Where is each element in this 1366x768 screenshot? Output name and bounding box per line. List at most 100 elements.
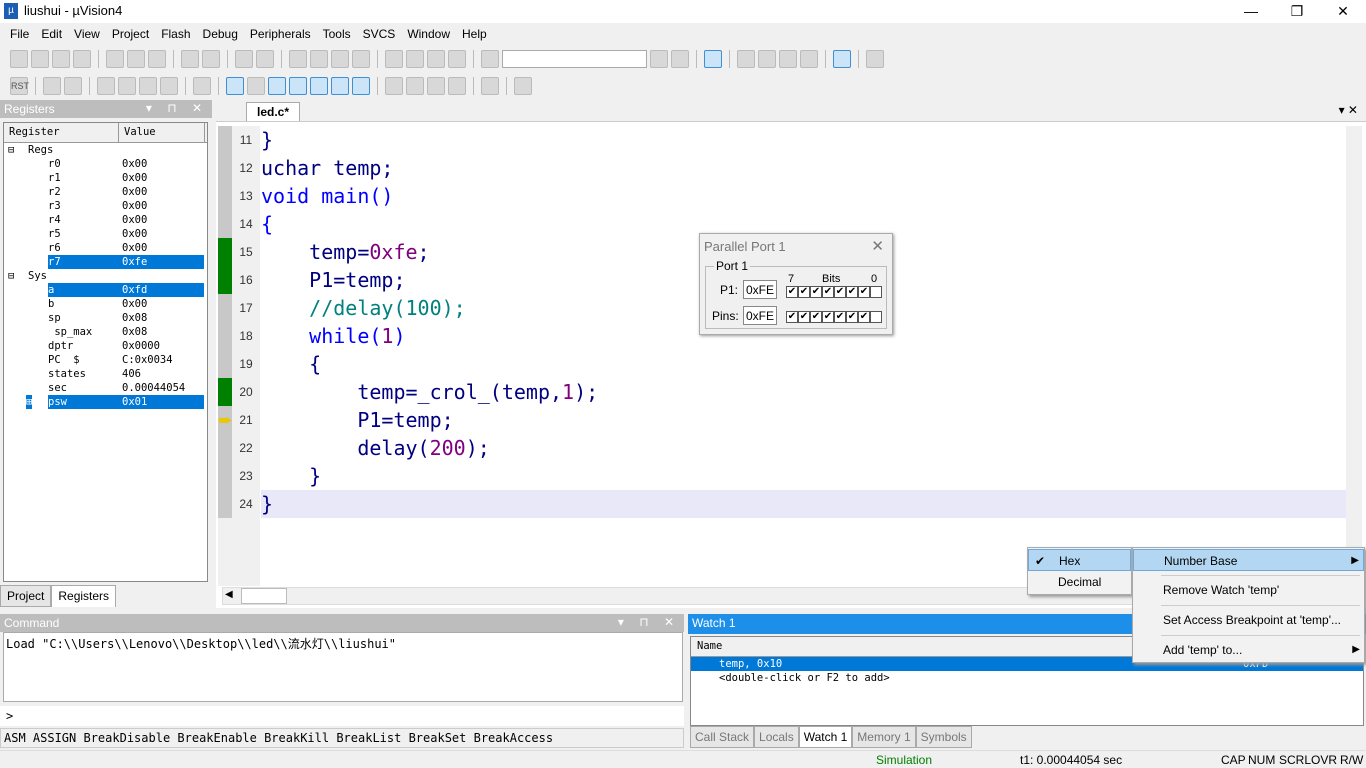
copy-icon[interactable] — [127, 50, 145, 68]
register-row[interactable]: states 406 — [4, 367, 207, 381]
menu-item-remove-watch[interactable]: Remove Watch 'temp' — [1133, 579, 1364, 601]
enable-breakpoint-icon[interactable] — [758, 50, 776, 68]
register-row[interactable]: dptr 0x0000 — [4, 339, 207, 353]
minimize-button[interactable]: — — [1228, 0, 1274, 22]
code-line[interactable]: uchar temp; — [261, 154, 1346, 182]
bit-checkbox[interactable]: ✔ — [786, 286, 798, 298]
menu-help[interactable]: Help — [456, 24, 493, 44]
registers-tree[interactable]: Register Value ⊟ Regs r0 0x00 r1 0x00 r2 0x00 r3 0… — [3, 122, 208, 582]
disable-all-breakpoints-icon[interactable] — [779, 50, 797, 68]
paste-icon[interactable] — [148, 50, 166, 68]
indent-icon[interactable] — [385, 50, 403, 68]
bit-checkbox[interactable]: ✔ — [834, 311, 846, 323]
register-row[interactable]: r1 0x00 — [4, 171, 207, 185]
menu-flash[interactable]: Flash — [155, 24, 196, 44]
step-out-icon[interactable] — [139, 77, 157, 95]
bit-checkbox[interactable]: ✔ — [846, 286, 858, 298]
bit-checkbox[interactable]: ✔ — [846, 311, 858, 323]
bit-checkbox[interactable]: ✔ — [810, 286, 822, 298]
panel-controls[interactable]: ▾ ⊓ ✕ — [146, 101, 208, 115]
code-line[interactable]: } — [261, 462, 1346, 490]
system-viewer-icon[interactable] — [448, 77, 466, 95]
watch-add-row[interactable]: <double-click or F2 to add> — [691, 671, 1363, 685]
code-line[interactable]: } — [261, 126, 1346, 154]
tab-registers[interactable]: Registers — [51, 585, 117, 607]
tab-symbols[interactable]: Symbols — [915, 726, 972, 748]
bit-checkbox[interactable]: ✔ — [798, 311, 810, 323]
next-bookmark-icon[interactable] — [331, 50, 349, 68]
bookmark-icon[interactable] — [289, 50, 307, 68]
show-next-statement-icon[interactable] — [193, 77, 211, 95]
menu-view[interactable]: View — [68, 24, 106, 44]
nav-back-icon[interactable] — [235, 50, 253, 68]
toolbox-icon[interactable] — [481, 77, 499, 95]
run-icon[interactable] — [43, 77, 61, 95]
register-group[interactable]: ⊟ Regs — [4, 143, 207, 157]
symbols-window-icon[interactable] — [268, 77, 286, 95]
stop-icon[interactable] — [64, 77, 82, 95]
clear-bookmarks-icon[interactable] — [352, 50, 370, 68]
command-output[interactable]: Load "C:\\Users\\Lenovo\\Desktop\\led\\流… — [3, 632, 683, 702]
call-stack-window-icon[interactable] — [310, 77, 328, 95]
menu-edit[interactable]: Edit — [35, 24, 68, 44]
start-debug-icon[interactable] — [704, 50, 722, 68]
code-line[interactable]: void main() — [261, 182, 1346, 210]
vertical-scrollbar[interactable] — [1346, 126, 1362, 586]
registers-window-icon[interactable] — [289, 77, 307, 95]
code-line[interactable]: temp=_crol_(temp,1); — [261, 378, 1346, 406]
incremental-find-icon[interactable] — [671, 50, 689, 68]
command-window-icon[interactable] — [226, 77, 244, 95]
register-row[interactable]: PC $ C:0x0034 — [4, 353, 207, 367]
bit-checkbox[interactable]: ✔ — [798, 286, 810, 298]
disassembly-window-icon[interactable] — [247, 77, 265, 95]
maximize-button[interactable]: ❐ — [1274, 0, 1320, 22]
pins-value-field[interactable]: 0xFE — [743, 306, 777, 325]
tab-locals[interactable]: Locals — [754, 726, 799, 748]
code-line[interactable]: { — [261, 350, 1346, 378]
unindent-icon[interactable] — [406, 50, 424, 68]
menu-item-number-base[interactable]: Number Base ▶ — [1133, 549, 1364, 571]
window-layout-icon[interactable] — [833, 50, 851, 68]
menu-window[interactable]: Window — [401, 24, 456, 44]
bit-checkbox[interactable]: ✔ — [822, 286, 834, 298]
prev-bookmark-icon[interactable] — [310, 50, 328, 68]
register-row[interactable]: a 0xfd — [4, 283, 207, 297]
find-in-files-icon[interactable] — [481, 50, 499, 68]
code-line[interactable]: } — [261, 490, 1346, 518]
register-row[interactable]: sec 0.00044054 — [4, 381, 207, 395]
close-button[interactable]: ✕ — [1320, 0, 1366, 22]
menu-item-decimal[interactable]: Decimal — [1028, 571, 1131, 593]
find-combo[interactable] — [502, 50, 647, 68]
debug-restore-views-icon[interactable] — [514, 77, 532, 95]
dialog-close-icon[interactable]: ✕ — [871, 237, 884, 255]
menu-svcs[interactable]: SVCS — [357, 24, 402, 44]
menu-tools[interactable]: Tools — [317, 24, 357, 44]
register-row[interactable]: r0 0x00 — [4, 157, 207, 171]
run-to-cursor-icon[interactable] — [160, 77, 178, 95]
collapse-icon[interactable]: ⊟ — [4, 269, 28, 283]
serial-window-icon[interactable] — [385, 77, 403, 95]
collapse-icon[interactable]: ⊟ — [4, 143, 28, 157]
bit-checkbox[interactable]: ✔ — [858, 286, 870, 298]
step-over-icon[interactable] — [118, 77, 136, 95]
bit-checkbox[interactable]: ✔ — [834, 286, 846, 298]
code-line[interactable]: P1=temp; — [261, 406, 1346, 434]
menu-project[interactable]: Project — [106, 24, 155, 44]
comment-icon[interactable] — [427, 50, 445, 68]
register-row[interactable]: r4 0x00 — [4, 213, 207, 227]
menu-item-add-to[interactable]: Add 'temp' to... ▶ — [1133, 639, 1364, 661]
register-row[interactable]: b 0x00 — [4, 297, 207, 311]
editor-tab-controls[interactable]: ▾ ✕ — [1339, 103, 1358, 117]
register-row[interactable]: r6 0x00 — [4, 241, 207, 255]
watch-window-icon[interactable] — [331, 77, 349, 95]
command-input[interactable]: > — [0, 706, 684, 726]
editor-gutter[interactable]: 11 12 13 14 15 16 17 18 19 20 21 ➨ 22 23 24 — [218, 126, 260, 586]
menu-peripherals[interactable]: Peripherals — [244, 24, 317, 44]
tab-watch-1[interactable]: Watch 1 — [798, 726, 853, 748]
analysis-window-icon[interactable] — [406, 77, 424, 95]
open-file-icon[interactable] — [31, 50, 49, 68]
register-group[interactable]: ⊟ Sys — [4, 269, 207, 283]
redo-icon[interactable] — [202, 50, 220, 68]
tab-project[interactable]: Project — [0, 585, 52, 607]
insert-breakpoint-icon[interactable] — [737, 50, 755, 68]
